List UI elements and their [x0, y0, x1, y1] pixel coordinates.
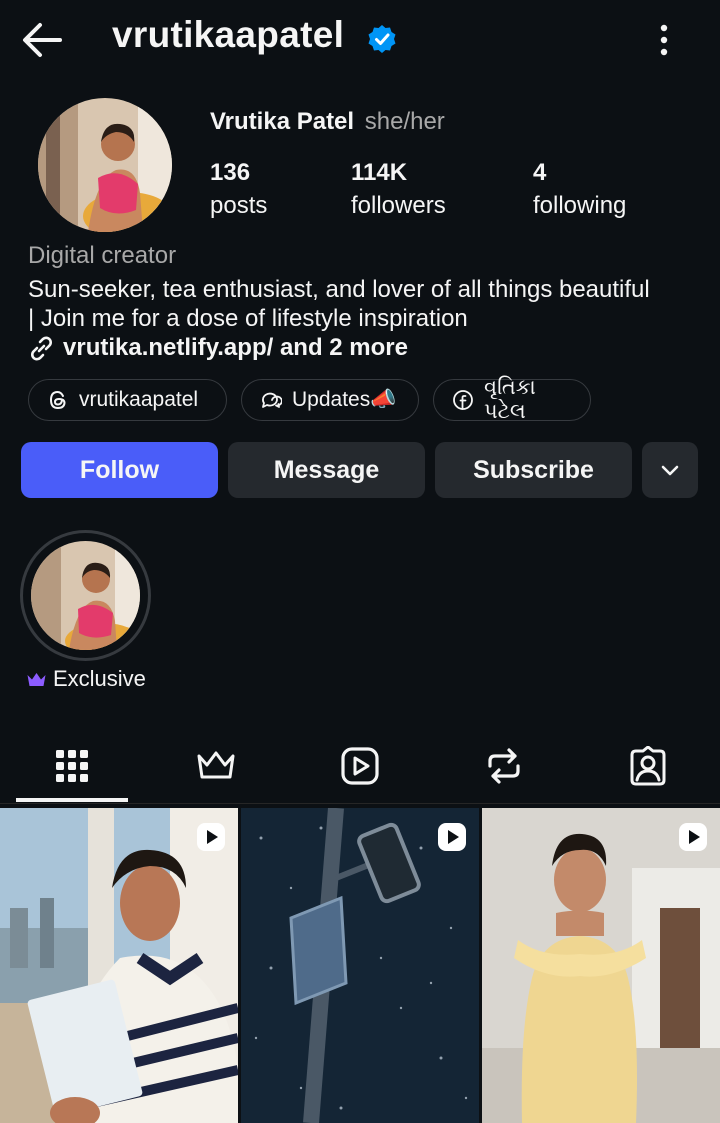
followers-count-value: 114K	[351, 159, 408, 186]
facebook-icon	[453, 390, 473, 410]
grid-icon	[56, 750, 88, 782]
crown-icon	[197, 751, 235, 779]
reel-play-icon	[197, 823, 225, 851]
post-thumbnail	[0, 808, 238, 1123]
following-count-label: following	[533, 192, 627, 219]
arrow-left-icon[interactable]	[20, 20, 64, 60]
threads-chip[interactable]: vrutikaapatel	[28, 379, 227, 421]
crown-icon	[27, 672, 46, 686]
posts-count[interactable]: 136 posts	[210, 156, 267, 222]
link-icon	[31, 336, 52, 360]
grid-post[interactable]	[482, 808, 720, 1123]
threads-icon	[49, 390, 66, 410]
profile-category: Digital creator	[28, 242, 177, 269]
tab-divider	[0, 803, 720, 804]
followers-count-label: followers	[351, 192, 446, 219]
bio-line: | Join me for a dose of lifestyle inspir…	[28, 305, 468, 332]
profile-avatar[interactable]	[38, 98, 172, 232]
reels-icon	[341, 747, 379, 785]
profile-bio: Sun-seeker, tea enthusiast, and lover of…	[28, 275, 708, 333]
followers-count[interactable]: 114K followers	[351, 156, 446, 222]
grid-post[interactable]	[241, 808, 479, 1123]
broadcast-channel-icon	[262, 392, 282, 408]
posts-count-label: posts	[210, 192, 268, 219]
follow-button[interactable]: Follow	[21, 442, 218, 498]
tab-posts-grid[interactable]	[16, 733, 128, 799]
highlight-label: Exclusive	[53, 666, 146, 691]
broadcast-channel-chip[interactable]: Updates📣	[241, 379, 419, 421]
chip-label: vrutikaapatel	[79, 388, 199, 411]
active-tab-indicator	[16, 798, 128, 802]
highlight-photo	[31, 541, 140, 650]
chip-label: Updates📣	[292, 388, 397, 411]
profile-link-text: vrutika.netlify.app/ and 2 more	[63, 334, 408, 361]
tab-subscriptions[interactable]	[160, 733, 272, 799]
chip-label: વૃતિકા પટેલ	[484, 376, 536, 423]
subscribe-button[interactable]: Subscribe	[435, 442, 632, 498]
reel-play-icon	[679, 823, 707, 851]
suggested-accounts-button[interactable]	[642, 442, 698, 498]
following-count-value: 4	[533, 159, 547, 186]
tab-tagged[interactable]	[592, 733, 704, 799]
top-bar: vrutikaapatel	[0, 0, 720, 80]
grid-post[interactable]	[0, 808, 238, 1123]
tab-reels[interactable]	[304, 733, 416, 799]
profile-username: vrutikaapatel	[112, 14, 345, 55]
following-count[interactable]: 4 following	[533, 156, 626, 222]
posts-count-value: 136	[210, 159, 251, 186]
highlight-exclusive[interactable]: Exclusive	[26, 666, 146, 692]
profile-link[interactable]: vrutika.netlify.app/ and 2 more	[28, 334, 408, 362]
bio-line: Sun-seeker, tea enthusiast, and lover of…	[28, 276, 650, 303]
post-thumbnail	[482, 808, 720, 1123]
more-vertical-icon[interactable]	[648, 20, 680, 60]
pronouns-text: she/her	[364, 108, 445, 135]
profile-tabs	[0, 733, 720, 805]
post-thumbnail	[241, 808, 479, 1123]
profile-photo	[38, 98, 172, 232]
full-name-text: Vrutika Patel	[210, 108, 355, 135]
profile-full-name: Vrutika Patel she/her	[210, 108, 445, 136]
message-button[interactable]: Message	[228, 442, 425, 498]
repost-icon	[488, 748, 520, 784]
facebook-chip[interactable]: વૃતિકા પટેલ	[433, 376, 591, 423]
highlight-cover[interactable]	[31, 541, 140, 650]
chevron-down-icon	[661, 465, 679, 476]
reel-play-icon	[438, 823, 466, 851]
tagged-user-icon	[630, 746, 666, 786]
tab-reposts[interactable]	[448, 733, 560, 799]
verified-badge-icon	[368, 25, 396, 53]
